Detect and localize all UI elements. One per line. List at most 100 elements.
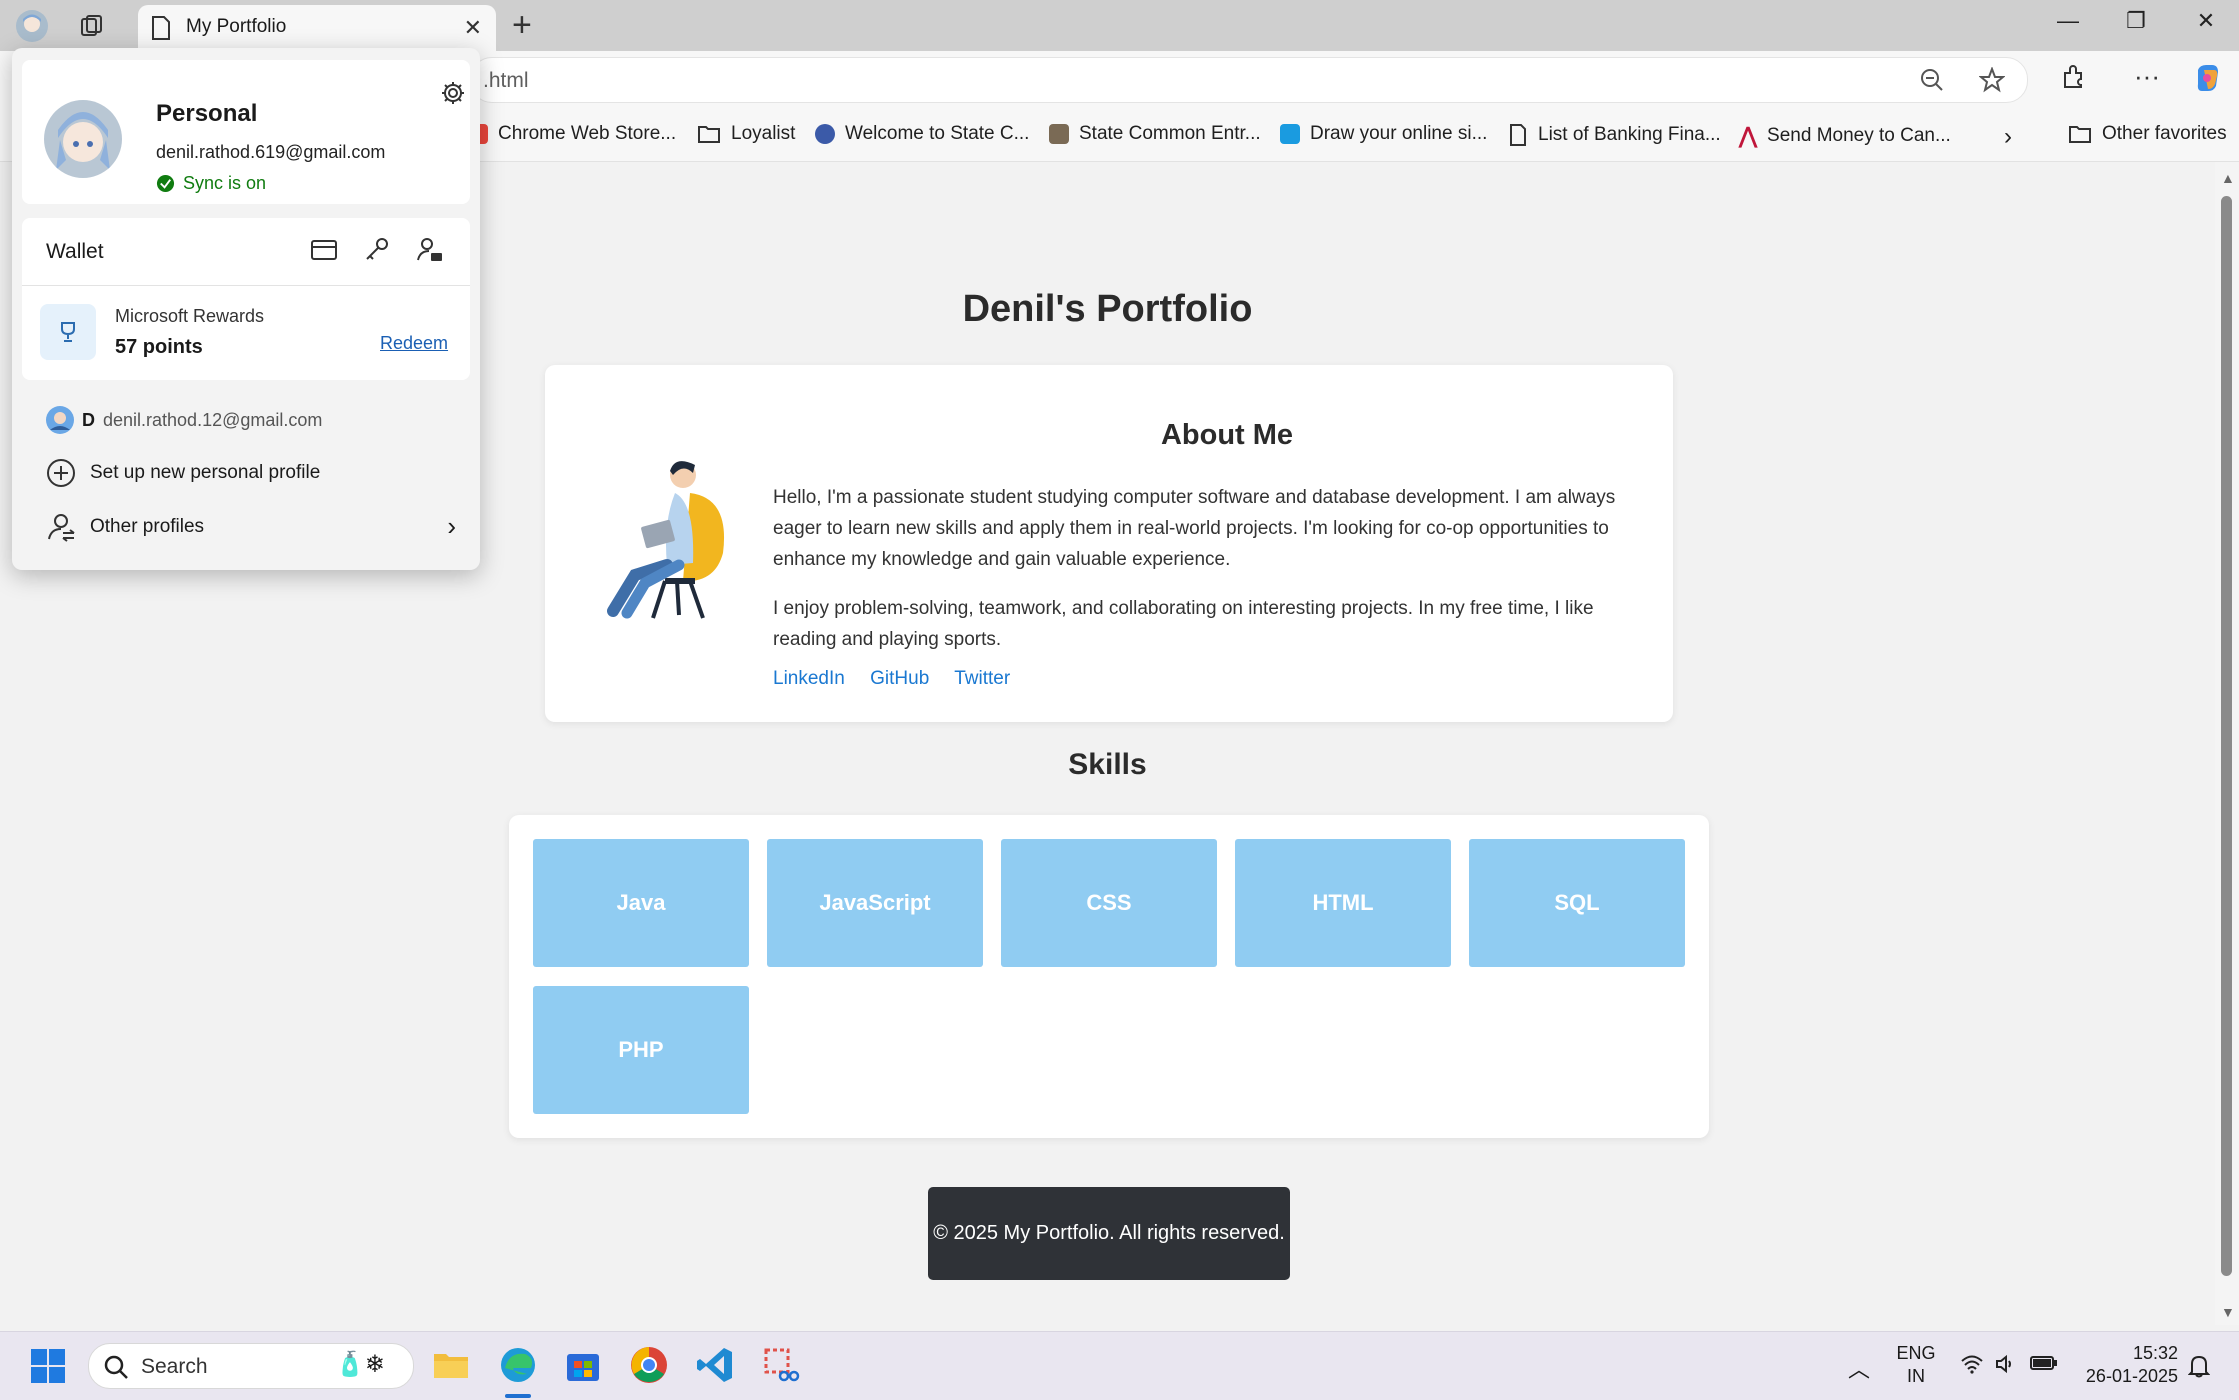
sync-status: Sync is on — [156, 173, 266, 194]
bookmark-state-common[interactable]: State Common Entr... — [1049, 123, 1261, 145]
profile-name: Personal — [156, 100, 258, 127]
notification-bell-icon[interactable] — [2188, 1354, 2210, 1378]
page-scrollbar[interactable]: ▲ ▼ — [2215, 162, 2239, 1325]
chrome-app[interactable] — [628, 1344, 670, 1386]
page-icon — [1510, 124, 1526, 146]
rewards-title: Microsoft Rewards — [115, 306, 265, 326]
about-paragraph-1: Hello, I'm a passionate student studying… — [773, 487, 1616, 570]
personal-info-icon[interactable] — [416, 236, 444, 264]
other-profiles-row[interactable]: Other profiles › — [46, 511, 456, 542]
close-tab-icon[interactable]: ✕ — [464, 15, 482, 41]
avatar-icon — [44, 100, 122, 178]
language-indicator[interactable]: ENG IN — [1893, 1342, 1939, 1388]
copilot-icon[interactable] — [2192, 62, 2224, 94]
wifi-icon[interactable] — [1960, 1354, 1984, 1374]
github-link[interactable]: GitHub — [870, 668, 929, 689]
tab-title: My Portfolio — [186, 16, 287, 37]
account-avatar-icon — [46, 406, 74, 434]
address-bar[interactable]: .html — [470, 57, 2028, 103]
setup-profile-row[interactable]: Set up new personal profile — [46, 458, 320, 488]
bookmark-label: Loyalist — [731, 123, 796, 144]
bookmark-welcome-state[interactable]: Welcome to State C... — [815, 123, 1029, 145]
clock[interactable]: 15:32 26-01-2025 — [2080, 1342, 2178, 1388]
skills-card: Java JavaScript CSS HTML SQL PHP — [509, 815, 1709, 1138]
battery-icon[interactable] — [2030, 1354, 2058, 1372]
lang-code: ENG — [1896, 1343, 1936, 1363]
other-account-row[interactable]: D denil.rathod.12@gmail.com — [46, 406, 322, 434]
bookmark-chrome-web-store[interactable]: Chrome Web Store... — [474, 123, 676, 145]
setup-profile-label: Set up new personal profile — [90, 462, 321, 483]
restore-button[interactable]: ❐ — [2116, 8, 2156, 34]
folder-icon — [698, 126, 720, 143]
wallet-label[interactable]: Wallet — [46, 240, 104, 264]
bookmark-banking[interactable]: List of Banking Fina... — [1508, 123, 1721, 147]
snipping-tool-app[interactable] — [760, 1344, 802, 1386]
bookmark-send-money[interactable]: ⋀ Send Money to Can... — [1739, 123, 1951, 149]
bookmark-label: Welcome to State C... — [845, 123, 1030, 144]
twitter-link[interactable]: Twitter — [954, 668, 1010, 689]
tab-my-portfolio[interactable]: My Portfolio ✕ — [138, 5, 496, 51]
bookmark-loyalist[interactable]: Loyalist — [697, 123, 795, 145]
scroll-thumb[interactable] — [2221, 196, 2232, 1276]
new-tab-button[interactable]: + — [512, 6, 532, 44]
skill-tile-php: PHP — [533, 986, 749, 1114]
tray-chevron-up-icon[interactable]: ︿ — [1848, 1352, 1870, 1384]
key-icon[interactable] — [364, 236, 390, 262]
favorite-star-icon[interactable] — [1979, 67, 2005, 93]
scroll-down-icon[interactable]: ▼ — [2221, 1304, 2235, 1320]
search-label: Search — [141, 1355, 208, 1378]
region-code: IN — [1907, 1366, 1925, 1386]
bookmark-label: Send Money to Can... — [1767, 125, 1951, 146]
active-app-indicator — [505, 1394, 531, 1398]
skill-tile-sql: SQL — [1469, 839, 1685, 967]
about-paragraph-2: I enjoy problem-solving, teamwork, and c… — [773, 598, 1594, 650]
emblem-icon — [1049, 124, 1069, 144]
sync-text: Sync is on — [183, 173, 267, 193]
vscode-icon — [697, 1348, 732, 1382]
page-icon — [152, 16, 170, 40]
store-app[interactable] — [562, 1344, 604, 1386]
settings-gear-icon[interactable] — [440, 80, 466, 106]
skill-tile-java: Java — [533, 839, 749, 967]
redeem-link[interactable]: Redeem — [380, 333, 448, 354]
profile-avatar-button[interactable] — [14, 8, 50, 44]
bookmarks-overflow-chevron-icon[interactable]: › — [2004, 123, 2012, 151]
about-card: About Me Hello, I'm a passionate student… — [545, 365, 1673, 722]
person-reading-illustration — [607, 461, 725, 619]
card-icon[interactable] — [310, 238, 338, 262]
wallet-card: Wallet Microsoft Rewards 57 points Redee… — [22, 218, 470, 380]
site-icon — [1280, 124, 1300, 144]
linkedin-link[interactable]: LinkedIn — [773, 668, 845, 689]
volume-icon[interactable] — [1994, 1353, 2016, 1375]
zoom-out-icon[interactable] — [1919, 67, 1945, 93]
file-explorer-app[interactable] — [430, 1344, 472, 1386]
extensions-icon[interactable] — [2059, 63, 2087, 91]
profile-avatar — [44, 100, 122, 178]
bookmark-label: Draw your online si... — [1310, 123, 1488, 144]
trophy-icon — [61, 322, 75, 342]
page-footer: © 2025 My Portfolio. All rights reserved… — [928, 1187, 1290, 1280]
bookmark-other-favorites[interactable]: Other favorites — [2068, 123, 2227, 145]
workspaces-button[interactable] — [74, 8, 110, 44]
minimize-button[interactable]: — — [2048, 8, 2088, 34]
close-window-button[interactable]: ✕ — [2186, 8, 2226, 34]
bookmark-label: Other favorites — [2102, 123, 2227, 144]
folder-icon — [2069, 126, 2091, 143]
edge-app[interactable] — [497, 1344, 539, 1386]
divider — [22, 285, 470, 286]
site-icon — [815, 124, 835, 144]
profile-card: Personal denil.rathod.619@gmail.com Sync… — [22, 60, 470, 204]
tab-strip: My Portfolio ✕ + — ❐ ✕ — [0, 0, 2239, 51]
vscode-app[interactable] — [694, 1344, 736, 1386]
windows-start-icon[interactable] — [30, 1348, 66, 1384]
search-icon — [104, 1355, 128, 1379]
taskbar-search[interactable]: Search 🧴❄ — [88, 1343, 414, 1389]
social-links: LinkedIn GitHub Twitter — [773, 668, 1030, 690]
scroll-up-icon[interactable]: ▲ — [2221, 170, 2235, 186]
profile-email: denil.rathod.619@gmail.com — [156, 142, 386, 162]
more-menu-icon[interactable]: ··· — [2134, 61, 2160, 92]
bookmark-label: Chrome Web Store... — [498, 123, 677, 144]
profile-flyout: Personal denil.rathod.619@gmail.com Sync… — [12, 48, 480, 570]
avatar-icon — [16, 10, 48, 42]
bookmark-draw-signature[interactable]: Draw your online si... — [1280, 123, 1487, 145]
